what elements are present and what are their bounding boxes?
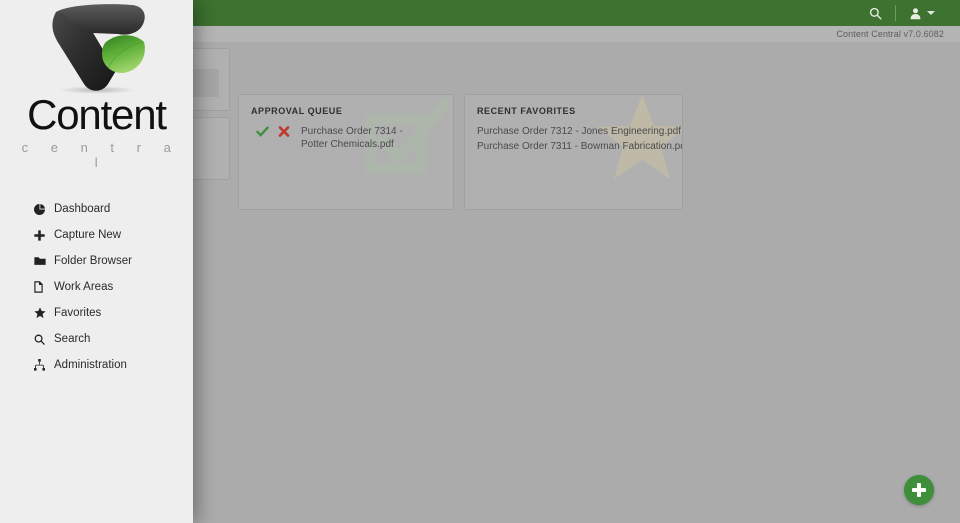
add-new-button[interactable] bbox=[904, 475, 934, 505]
recent-favorites-list: Purchase Order 7312 - Jones Engineering.… bbox=[465, 116, 682, 154]
sidebar-item-label: Folder Browser bbox=[54, 255, 132, 267]
version-text: Content Central v7.0.6082 bbox=[836, 29, 944, 39]
sidebar-item-label: Administration bbox=[54, 359, 127, 371]
application-window: Content Central v7.0.6082 APPROVAL QUEUE bbox=[0, 0, 960, 523]
chevron-down-icon bbox=[927, 11, 935, 15]
sitemap-icon bbox=[34, 359, 54, 371]
recent-favorites-title: RECENT FAVORITES bbox=[477, 106, 576, 116]
favorite-document-link[interactable]: Purchase Order 7311 - Bowman Fabrication… bbox=[477, 140, 682, 155]
approval-queue-row: Purchase Order 7314 - Potter Chemicals.p… bbox=[251, 125, 441, 151]
sidebar-item-search[interactable]: Search bbox=[0, 326, 193, 352]
search-icon bbox=[34, 334, 54, 345]
plus-icon bbox=[912, 483, 926, 497]
sidebar-item-folder-browser[interactable]: Folder Browser bbox=[0, 248, 193, 274]
document-icon bbox=[34, 281, 54, 293]
approval-queue-list: Purchase Order 7314 - Potter Chemicals.p… bbox=[239, 116, 453, 151]
user-menu-button[interactable] bbox=[898, 0, 946, 26]
app-logo: Content c e n t r a l bbox=[0, 0, 193, 170]
sidebar-item-capture-new[interactable]: Capture New bbox=[0, 222, 193, 248]
check-icon[interactable] bbox=[251, 125, 273, 137]
user-icon bbox=[910, 7, 921, 19]
sidebar-item-work-areas[interactable]: Work Areas bbox=[0, 274, 193, 300]
logo-wordmark-sub: c e n t r a l bbox=[21, 140, 181, 170]
recent-favorites-panel: RECENT FAVORITES Purchase Order 7312 - J… bbox=[464, 94, 683, 210]
sidebar-item-administration[interactable]: Administration bbox=[0, 352, 193, 378]
favorite-document-link[interactable]: Purchase Order 7312 - Jones Engineering.… bbox=[477, 125, 681, 140]
plus-icon bbox=[34, 229, 54, 241]
sidebar-item-label: Dashboard bbox=[54, 203, 111, 215]
header-divider bbox=[895, 5, 896, 21]
sidebar-nav-list: Dashboard Capture New Folder Browser Wor… bbox=[0, 196, 193, 378]
logo-wordmark: Content bbox=[27, 91, 167, 138]
approval-document-link[interactable]: Purchase Order 7314 - Potter Chemicals.p… bbox=[301, 125, 426, 151]
x-icon[interactable] bbox=[273, 125, 295, 137]
search-icon[interactable] bbox=[858, 0, 893, 26]
sidebar-item-favorites[interactable]: Favorites bbox=[0, 300, 193, 326]
sidebar-item-label: Favorites bbox=[54, 307, 102, 319]
sidebar-item-label: Capture New bbox=[54, 229, 122, 241]
star-icon bbox=[34, 307, 54, 319]
approval-queue-title: APPROVAL QUEUE bbox=[251, 106, 343, 116]
navigation-sidebar: Content c e n t r a l Dashboard Capture … bbox=[0, 0, 193, 523]
sidebar-item-label: Search bbox=[54, 333, 91, 345]
sidebar-item-label: Work Areas bbox=[54, 281, 114, 293]
folder-icon bbox=[34, 256, 54, 266]
pie-chart-icon bbox=[34, 203, 54, 215]
content-central-logo-icon bbox=[51, 4, 145, 94]
approval-queue-panel: APPROVAL QUEUE Purchase Order 7314 - Pot… bbox=[238, 94, 454, 210]
sidebar-item-dashboard[interactable]: Dashboard bbox=[0, 196, 193, 222]
